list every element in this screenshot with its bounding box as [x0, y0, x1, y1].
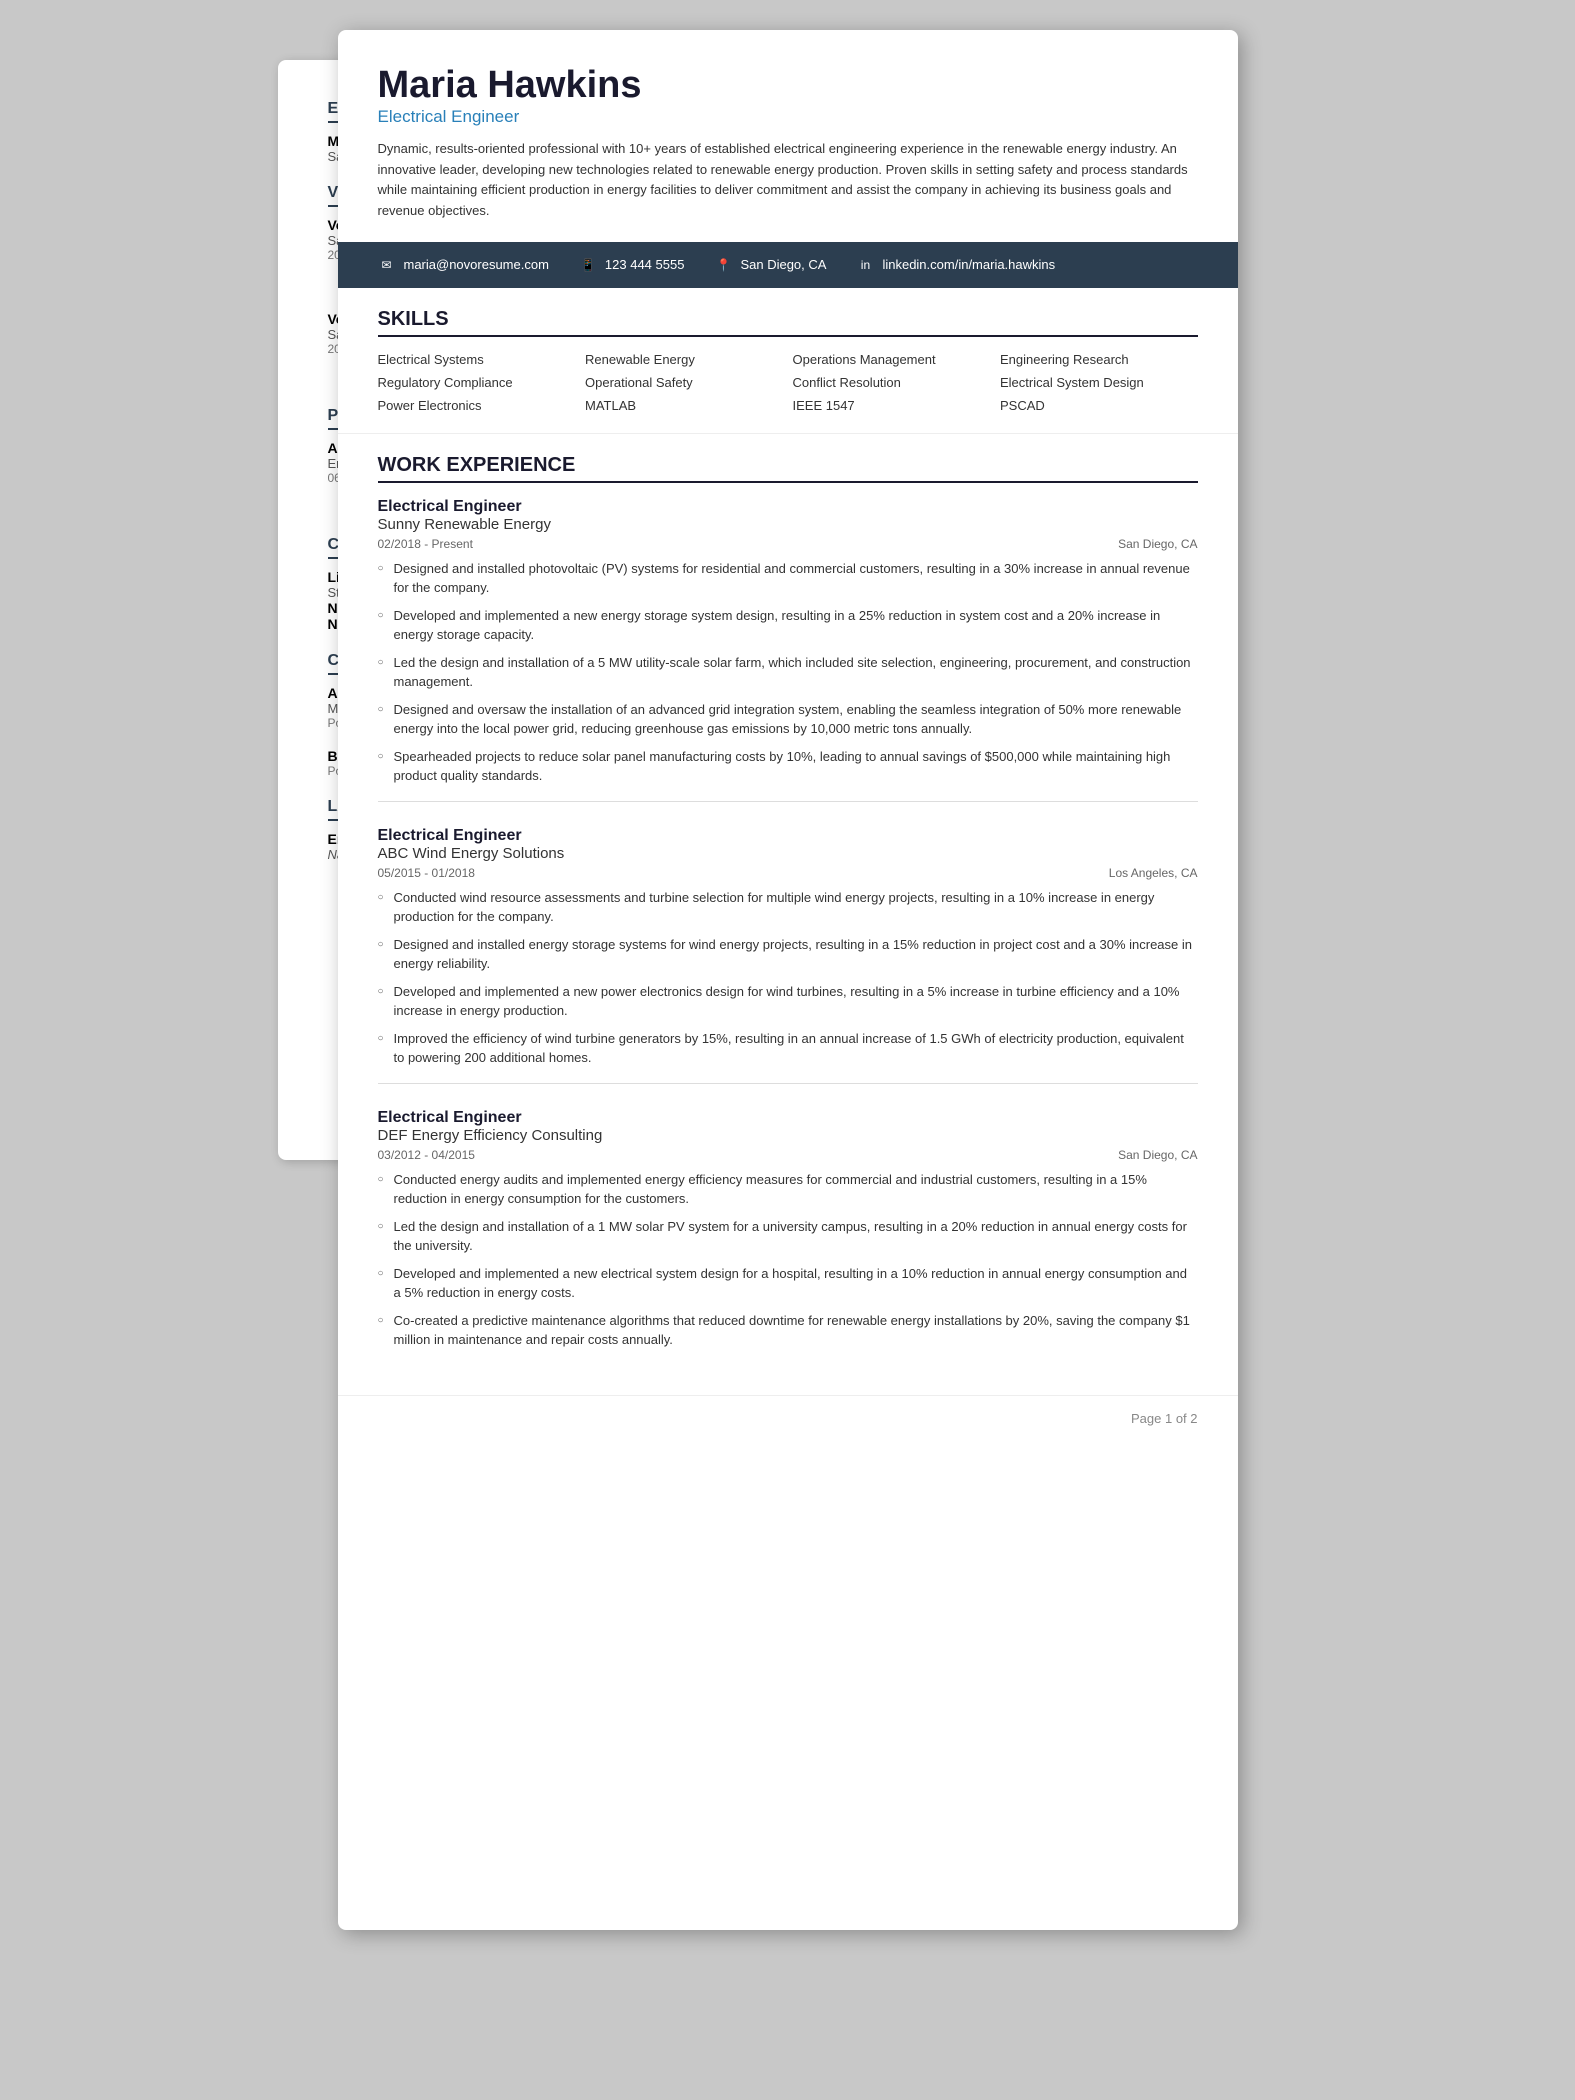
job-date-2: 03/2012 - 04/2015 [378, 1148, 475, 1162]
bullet-0-1: Developed and implemented a new energy s… [378, 606, 1198, 645]
skills-title: SKILLS [378, 308, 1198, 337]
skill-item: Renewable Energy [585, 352, 783, 367]
skill-item: Operational Safety [585, 375, 783, 390]
job-meta-2: 03/2012 - 04/2015 San Diego, CA [378, 1148, 1198, 1162]
job-location-0: San Diego, CA [1118, 537, 1197, 551]
bullet-1-1: Designed and installed energy storage sy… [378, 935, 1198, 974]
work-experience-title: WORK EXPERIENCE [378, 454, 1198, 483]
job-divider-0 [378, 801, 1198, 802]
skill-item: IEEE 1547 [793, 398, 991, 413]
contact-linkedin: in linkedin.com/in/maria.hawkins [856, 256, 1055, 274]
skill-item: Operations Management [793, 352, 991, 367]
job-0: Electrical Engineer Sunny Renewable Ener… [378, 498, 1198, 802]
job-date-0: 02/2018 - Present [378, 537, 473, 551]
bullet-0-0: Designed and installed photovoltaic (PV)… [378, 559, 1198, 598]
contact-email: ✉ maria@novoresume.com [378, 256, 549, 274]
skill-item: PSCAD [1000, 398, 1198, 413]
job-divider-1 [378, 1083, 1198, 1084]
jobs-container: Electrical Engineer Sunny Renewable Ener… [378, 498, 1198, 1350]
job-meta-1: 05/2015 - 01/2018 Los Angeles, CA [378, 866, 1198, 880]
candidate-name: Maria Hawkins [378, 65, 1198, 107]
job-bullets-1: Conducted wind resource assessments and … [378, 888, 1198, 1068]
bullet-1-0: Conducted wind resource assessments and … [378, 888, 1198, 927]
candidate-summary: Dynamic, results-oriented professional w… [378, 139, 1198, 222]
job-location-2: San Diego, CA [1118, 1148, 1197, 1162]
work-experience-section: WORK EXPERIENCE Electrical Engineer Sunn… [338, 434, 1238, 1396]
bullet-1-2: Developed and implemented a new power el… [378, 982, 1198, 1021]
skill-item: Engineering Research [1000, 352, 1198, 367]
job-date-1: 05/2015 - 01/2018 [378, 866, 475, 880]
linkedin-icon: in [856, 256, 874, 274]
job-location-1: Los Angeles, CA [1109, 866, 1198, 880]
bullet-2-1: Led the design and installation of a 1 M… [378, 1217, 1198, 1256]
bullet-2-2: Developed and implemented a new electric… [378, 1264, 1198, 1303]
job-company-1: ABC Wind Energy Solutions [378, 845, 1198, 862]
job-title-2: Electrical Engineer [378, 1109, 1198, 1127]
bullet-0-4: Spearheaded projects to reduce solar pan… [378, 747, 1198, 786]
job-bullets-0: Designed and installed photovoltaic (PV)… [378, 559, 1198, 786]
contact-phone: 📱 123 444 5555 [579, 256, 685, 274]
job-meta-0: 02/2018 - Present San Diego, CA [378, 537, 1198, 551]
skill-item: Regulatory Compliance [378, 375, 576, 390]
job-2: Electrical Engineer DEF Energy Efficienc… [378, 1109, 1198, 1350]
location-icon: 📍 [714, 256, 732, 274]
resume-header: Maria Hawkins Electrical Engineer Dynami… [338, 30, 1238, 242]
bullet-1-3: Improved the efficiency of wind turbine … [378, 1029, 1198, 1068]
skill-item: MATLAB [585, 398, 783, 413]
skill-item: Power Electronics [378, 398, 576, 413]
bullet-2-0: Conducted energy audits and implemented … [378, 1170, 1198, 1209]
skill-item: Electrical System Design [1000, 375, 1198, 390]
email-icon: ✉ [378, 256, 396, 274]
bullet-0-3: Designed and oversaw the installation of… [378, 700, 1198, 739]
contact-location: 📍 San Diego, CA [714, 256, 826, 274]
job-title-1: Electrical Engineer [378, 827, 1198, 845]
bullet-0-2: Led the design and installation of a 5 M… [378, 653, 1198, 692]
phone-icon: 📱 [579, 256, 597, 274]
skill-item: Conflict Resolution [793, 375, 991, 390]
skills-grid: Electrical Systems Renewable Energy Operat… [378, 352, 1198, 413]
bullet-2-3: Co-created a predictive maintenance algo… [378, 1311, 1198, 1350]
skill-item: Electrical Systems [378, 352, 576, 367]
job-company-0: Sunny Renewable Energy [378, 516, 1198, 533]
skills-section: SKILLS Electrical Systems Renewable Energ… [338, 288, 1238, 434]
job-title-0: Electrical Engineer [378, 498, 1198, 516]
page1-label: Page 1 of 2 [338, 1396, 1238, 1441]
job-1: Electrical Engineer ABC Wind Energy Solu… [378, 827, 1198, 1084]
candidate-job-title: Electrical Engineer [378, 107, 1198, 127]
job-company-2: DEF Energy Efficiency Consulting [378, 1127, 1198, 1144]
job-bullets-2: Conducted energy audits and implemented … [378, 1170, 1198, 1350]
contact-bar: ✉ maria@novoresume.com 📱 123 444 5555 📍 … [338, 242, 1238, 288]
page-1: Maria Hawkins Electrical Engineer Dynami… [338, 30, 1238, 1930]
